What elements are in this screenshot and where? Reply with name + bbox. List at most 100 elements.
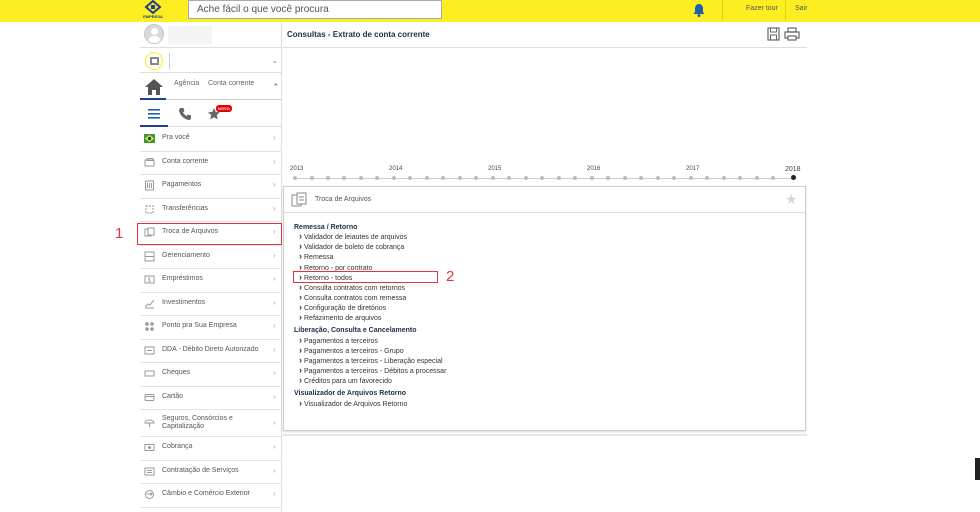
sidebar-item-seguros[interactable]: Seguros, Consórcios e Capitalização ›: [140, 410, 282, 437]
chevron-right-icon: ›: [273, 250, 276, 260]
sidebar-item-label: Contratação de Serviços: [162, 466, 239, 474]
search-input[interactable]: Ache fácil o que você procura: [188, 0, 442, 19]
section-title: Remessa / Retorno: [294, 224, 358, 231]
chevron-up-icon[interactable]: ⌃: [272, 82, 280, 93]
sidebar-item-contratacao[interactable]: Contratação de Serviços ›: [140, 461, 282, 484]
sidebar-item-conta-corrente[interactable]: Conta corrente ›: [140, 152, 282, 175]
sidebar-item-label: Gerenciamento: [162, 251, 210, 259]
save-icon[interactable]: [766, 27, 782, 41]
management-icon: [144, 251, 155, 261]
loan-icon: $: [144, 275, 155, 284]
chevron-right-icon: ›: [273, 321, 276, 330]
chevron-right-icon: ›: [273, 368, 276, 377]
chart-icon: [144, 299, 155, 308]
link-refazimento-arquivos[interactable]: Refazimento de arquivos: [299, 314, 381, 322]
account-selector[interactable]: ⌄: [140, 49, 282, 73]
user-name-redacted: [168, 26, 212, 44]
link-creditos-favorecido[interactable]: Créditos para um favorecido: [299, 377, 392, 385]
sidebar-item-cambio[interactable]: Câmbio e Comércio Exterior ›: [140, 484, 282, 508]
year-2014[interactable]: 2014: [389, 166, 402, 172]
scrollbar-thumb[interactable]: [975, 458, 980, 480]
link-validador-leiautes[interactable]: Validador de leiautes de arquivos: [299, 233, 407, 241]
logo-text: EMPRESA: [143, 14, 163, 19]
year-timeline: 2013 2014 2015 2016 2017 2018: [290, 166, 801, 186]
top-bar: EMPRESA Ache fácil o que você procura Fa…: [0, 0, 980, 22]
chevron-right-icon: ›: [273, 442, 276, 451]
link-validador-boleto[interactable]: Validador de boleto de cobrança: [299, 243, 404, 251]
sidebar-menu: Pra você › Conta corrente › Pagamentos ›…: [140, 128, 282, 508]
year-2016[interactable]: 2016: [587, 166, 600, 172]
menu-icon[interactable]: [147, 107, 161, 121]
sidebar-item-label: Câmbio e Comércio Exterior: [162, 490, 250, 497]
sidebar-item-label: Conta corrente: [162, 157, 209, 165]
sidebar-item-pra-voce[interactable]: Pra você ›: [140, 128, 282, 152]
sidebar-item-cheques[interactable]: Cheques ›: [140, 363, 282, 387]
tour-link[interactable]: Fazer tour: [746, 5, 778, 12]
sidebar-tabs: NOVO: [140, 101, 282, 127]
sidebar-item-dda[interactable]: DDA - Débito Direto Autorizado ›: [140, 340, 282, 363]
link-pagamentos-terceiros[interactable]: Pagamentos a terceiros: [299, 337, 378, 345]
link-visualizador-retorno[interactable]: Visualizador de Arquivos Retorno: [299, 400, 407, 408]
chevron-right-icon: ›: [273, 203, 276, 213]
active-year-dot[interactable]: [791, 175, 796, 180]
sidebar-item-gerenciamento[interactable]: Gerenciamento ›: [140, 246, 282, 269]
print-icon[interactable]: [784, 27, 800, 41]
favorite-star-icon[interactable]: ★: [785, 191, 798, 208]
chevron-right-icon: ›: [273, 344, 276, 354]
year-2017[interactable]: 2017: [686, 166, 699, 172]
chevron-right-icon: ›: [273, 418, 276, 427]
sidebar-item-label: Cheques: [162, 369, 191, 376]
page-title: Consultas - Extrato de conta corrente: [287, 30, 430, 39]
link-configuracao-diretorios[interactable]: Configuração de diretórios: [299, 304, 386, 312]
home-icon[interactable]: [143, 77, 165, 97]
umbrella-icon: [144, 419, 155, 427]
bell-icon[interactable]: [692, 3, 706, 17]
panel-title: Troca de Arquivos: [315, 196, 372, 203]
profile-row[interactable]: [140, 22, 282, 48]
link-remessa[interactable]: Remessa: [299, 253, 334, 261]
year-2018[interactable]: 2018: [785, 166, 801, 173]
link-pagamentos-liberacao[interactable]: Pagamentos a terceiros - Liberação espec…: [299, 357, 443, 365]
chevron-right-icon: ›: [273, 465, 276, 475]
year-2013[interactable]: 2013: [290, 166, 303, 172]
sidebar-item-label: Cartão: [162, 392, 184, 400]
file-exchange-panel: Troca de Arquivos ★ Remessa / Retorno Va…: [283, 186, 806, 431]
link-pagamentos-debitos[interactable]: Pagamentos a terceiros - Débitos a proce…: [299, 367, 446, 375]
chevron-right-icon: ›: [273, 489, 276, 498]
link-consulta-retornos[interactable]: Consulta contratos com retornos: [299, 284, 405, 292]
section-title: Liberação, Consulta e Cancelamento: [294, 327, 417, 334]
contract-icon: [144, 467, 155, 475]
exit-link[interactable]: Sair: [795, 5, 807, 12]
separator: [785, 0, 786, 20]
sidebar-item-emprestimos[interactable]: $ Empréstimos ›: [140, 269, 282, 293]
sidebar-item-transferencias[interactable]: Transferências ›: [140, 199, 282, 222]
sidebar-item-cartao[interactable]: Cartão ›: [140, 387, 282, 410]
sidebar-item-ponto-pra-sua-empresa[interactable]: Ponto pra Sua Empresa ›: [140, 316, 282, 340]
sidebar-item-label: Transferências: [162, 204, 209, 212]
chevron-right-icon: ›: [273, 180, 276, 189]
avatar[interactable]: [144, 24, 164, 44]
new-badge: NOVO: [216, 105, 232, 112]
company-icon: [145, 52, 163, 70]
chevron-right-icon: ›: [273, 297, 276, 307]
sidebar-item-label: Empréstimos: [162, 275, 203, 282]
phone-icon[interactable]: [178, 107, 192, 121]
sidebar-item-label: DDA - Débito Direto Autorizado: [162, 345, 259, 353]
chevron-down-icon[interactable]: ⌄: [271, 55, 279, 66]
dda-icon: [144, 346, 155, 354]
bank-logo[interactable]: EMPRESA: [143, 0, 163, 20]
sidebar-item-label: Cobrança: [162, 443, 193, 450]
sidebar-item-label: Seguros, Consórcios e Capitalização: [162, 415, 233, 430]
home-row: Agência Conta corrente ⌃: [140, 74, 282, 100]
separator: [722, 0, 723, 20]
sidebar-item-investimentos[interactable]: Investimentos ›: [140, 293, 282, 316]
sidebar-item-pagamentos[interactable]: Pagamentos ›: [140, 175, 282, 199]
link-pagamentos-grupo[interactable]: Pagamentos a terceiros - Grupo: [299, 347, 404, 355]
chevron-right-icon: ›: [273, 274, 276, 283]
annotation-highlight-1: [137, 223, 282, 245]
sidebar-item-cobranca[interactable]: Cobrança ›: [140, 437, 282, 461]
chevron-right-icon: ›: [273, 133, 276, 142]
year-2015[interactable]: 2015: [488, 166, 501, 172]
sidebar-item-label: Investimentos: [162, 298, 206, 306]
link-consulta-remessa[interactable]: Consulta contratos com remessa: [299, 294, 406, 302]
